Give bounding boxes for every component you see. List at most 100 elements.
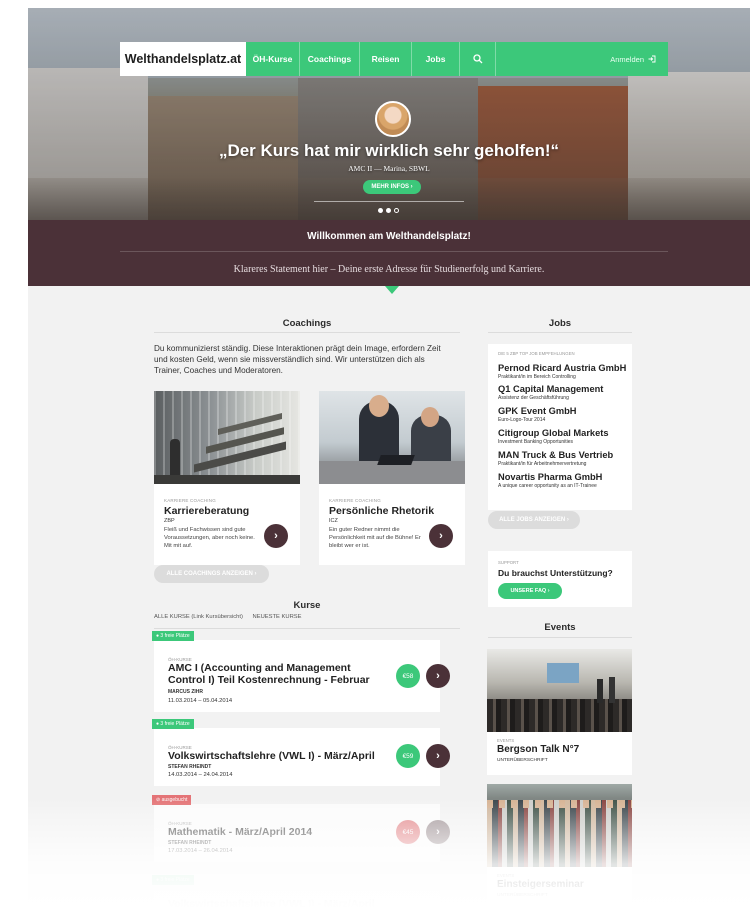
- events-divider: [488, 637, 632, 638]
- course-item[interactable]: ⊘ ausgebucht ÖH-KURSE Mathematik - März/…: [152, 795, 450, 862]
- course-title[interactable]: Volkswirtschaftslehre (VWL I) - März/Apr…: [168, 898, 378, 908]
- jobs-list: DIE 5 ZBP TOP JOB EMPFEHLUNGEN Pernod Ri…: [488, 344, 632, 510]
- jobs-header: DIE 5 ZBP TOP JOB EMPFEHLUNGEN: [498, 351, 575, 356]
- event-card[interactable]: EVENTS Einsteigerseminar UNTERÜBERSCHRIF…: [487, 784, 632, 908]
- job-item[interactable]: Pernod Ricard Austria GmbH Praktikant/in …: [498, 363, 626, 380]
- coaching-kicker: KARRIERE COACHING: [329, 498, 381, 503]
- kurse-title: Kurse: [293, 600, 321, 611]
- support-title: Du brauchst Unterstützung?: [498, 568, 613, 578]
- page: Welthandelsplatz.at ÖH-Kurse Coachings R…: [28, 8, 750, 908]
- job-item[interactable]: MAN Truck & Bus Vertrieb Praktikant/in fü…: [498, 450, 613, 467]
- tab-newest-courses[interactable]: NEUESTE KURSE: [253, 614, 302, 620]
- kurse-tabs: ALLE KURSE (Link Kursübersicht) NEUESTE …: [154, 614, 310, 620]
- course-item[interactable]: ● 3 freie Plätze Volkswirtschaftslehre (…: [152, 875, 440, 908]
- event-title[interactable]: Einsteigerseminar: [497, 879, 584, 890]
- coaching-kicker: KARRIERE COACHING: [164, 498, 216, 503]
- coaching-image-business: [319, 391, 465, 484]
- course-title[interactable]: Volkswirtschaftslehre (VWL I) - März/Apr…: [168, 750, 378, 762]
- course-price: €58: [396, 664, 420, 688]
- nav-item-oeh-kurse[interactable]: ÖH-Kurse: [246, 42, 300, 76]
- welcome-band: Willkommen am Welthandelsplatz! Klareres…: [28, 220, 750, 286]
- event-subtitle: UNTERÜBERSCHRIFT: [497, 893, 548, 898]
- course-title[interactable]: AMC I (Accounting and Management Control…: [168, 662, 378, 686]
- course-item[interactable]: ● 3 freie Plätze ÖH-KURSE AMC I (Account…: [152, 631, 450, 712]
- more-info-button[interactable]: MEHR INFOS ›: [363, 180, 421, 194]
- faq-button[interactable]: UNSERE FAQ ›: [498, 583, 562, 599]
- login-label: Anmelden: [610, 54, 644, 64]
- slider-dot[interactable]: [386, 208, 391, 213]
- coaching-card[interactable]: KARRIERE COACHING Karriereberatung ZBP F…: [154, 391, 300, 565]
- event-image-talk: [487, 649, 632, 732]
- event-kicker: EVENTS: [497, 738, 515, 743]
- event-title[interactable]: Bergson Talk N°7: [497, 744, 579, 755]
- chevron-right-icon: ›: [436, 750, 440, 762]
- job-item[interactable]: Novartis Pharma GmbH A unique career oppo…: [498, 472, 602, 489]
- course-instructor: MARCUS ZIHR: [168, 689, 203, 695]
- all-coachings-button[interactable]: ALLE COACHINGS ANZEIGEN ›: [154, 565, 269, 583]
- event-kicker: EVENTS: [497, 873, 515, 878]
- coachings-divider: [154, 332, 460, 333]
- course-dates: 11.03.2014 – 05.04.2014: [168, 698, 233, 704]
- availability-badge: ● 3 freie Plätze: [152, 631, 194, 641]
- slider-dot[interactable]: [378, 208, 383, 213]
- course-dates: 14.03.2014 – 24.04.2014: [168, 772, 233, 778]
- course-item[interactable]: ● 3 freie Plätze ÖH-KURSE Volkswirtschaf…: [152, 719, 450, 786]
- nav-item-jobs[interactable]: Jobs: [412, 42, 460, 76]
- nav-item-reisen[interactable]: Reisen: [360, 42, 412, 76]
- welcome-pointer: [385, 286, 399, 294]
- search-button[interactable]: [460, 42, 496, 76]
- brand-logo[interactable]: Welthandelsplatz.at: [120, 42, 246, 76]
- nav-item-coachings[interactable]: Coachings: [300, 42, 360, 76]
- tab-all-courses[interactable]: ALLE KURSE (Link Kursübersicht): [154, 614, 243, 620]
- welcome-title: Willkommen am Welthandelsplatz!: [307, 231, 471, 242]
- chevron-right-icon: ›: [436, 670, 440, 682]
- testimonial-attribution: AMC II — Marina, SBWL: [348, 164, 430, 173]
- chevron-right-icon: ›: [439, 530, 443, 542]
- coachings-title: Coachings: [282, 318, 332, 329]
- coaching-card[interactable]: KARRIERE COACHING Persönliche Rhetorik I…: [319, 391, 465, 565]
- hero-divider: [314, 201, 464, 202]
- coaching-provider: ICZ: [329, 518, 338, 524]
- main-navbar: Welthandelsplatz.at ÖH-Kurse Coachings R…: [120, 42, 668, 76]
- welcome-statement: Klareres Statement hier – Deine erste Ad…: [233, 264, 545, 275]
- availability-badge: ● 3 freie Plätze: [152, 719, 194, 729]
- course-open-button[interactable]: ›: [426, 664, 450, 688]
- chevron-right-icon: ›: [274, 530, 278, 542]
- coaching-open-button[interactable]: ›: [264, 524, 288, 548]
- availability-badge: ⊘ ausgebucht: [152, 795, 192, 805]
- chevron-right-icon: ›: [436, 826, 440, 838]
- testimonial-avatar: [375, 101, 411, 137]
- coaching-title[interactable]: Persönliche Rhetorik: [329, 505, 434, 517]
- support-kicker: SUPPORT: [498, 560, 519, 565]
- coaching-provider: ZBP: [164, 518, 175, 524]
- course-dates: 17.03.2014 – 26.04.2014: [168, 848, 233, 854]
- jobs-title: Jobs: [548, 318, 572, 329]
- coaching-open-button[interactable]: ›: [429, 524, 453, 548]
- event-card[interactable]: EVENTS Bergson Talk N°7 UNTERÜBERSCHRIFT: [487, 649, 632, 775]
- coaching-description: Ein guter Redner nimmt die Persönlichkei…: [329, 527, 421, 549]
- course-instructor: STEFAN RHEINDT: [168, 764, 212, 770]
- coaching-title[interactable]: Karriereberatung: [164, 505, 249, 517]
- course-instructor: STEFAN RHEINDT: [168, 840, 212, 846]
- testimonial-quote: „Der Kurs hat mir wirklich sehr geholfen…: [218, 141, 560, 160]
- welcome-divider: [120, 251, 668, 252]
- course-price: €45: [396, 820, 420, 844]
- sign-in-icon: [648, 55, 656, 63]
- slider-dot[interactable]: [394, 208, 399, 213]
- slider-dots: [378, 208, 399, 213]
- login-link[interactable]: Anmelden: [610, 55, 668, 64]
- event-image-group: [487, 784, 632, 867]
- event-subtitle: UNTERÜBERSCHRIFT: [497, 758, 548, 763]
- availability-badge: ● 3 freie Plätze: [152, 875, 194, 885]
- kurse-divider: [154, 628, 460, 629]
- course-open-button[interactable]: ›: [426, 820, 450, 844]
- job-item[interactable]: Citigroup Global Markets Investment Banki…: [498, 428, 609, 445]
- course-title[interactable]: Mathematik - März/April 2014: [168, 826, 378, 838]
- job-item[interactable]: Q1 Capital Management Assistenz der Gesch…: [498, 384, 603, 401]
- course-open-button[interactable]: ›: [426, 744, 450, 768]
- jobs-divider: [488, 332, 632, 333]
- job-item[interactable]: GPK Event GmbH Euro-Logo-Tour 2014: [498, 406, 577, 423]
- all-jobs-button[interactable]: ALLE JOBS ANZEIGEN ›: [488, 511, 580, 529]
- coachings-intro: Du kommunizierst ständig. Diese Interakt…: [154, 344, 441, 375]
- coaching-description: Fleiß und Fachwissen sind gute Vorausset…: [164, 527, 255, 549]
